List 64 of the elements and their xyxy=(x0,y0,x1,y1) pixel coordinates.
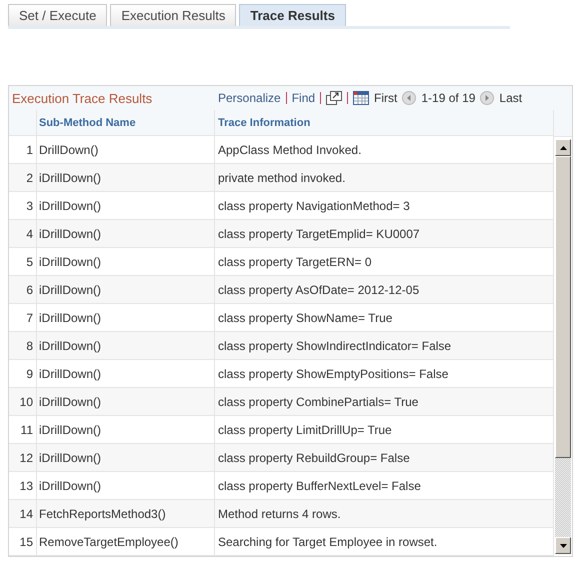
column-header[interactable]: Trace Information xyxy=(215,110,553,135)
grid-title: Execution Trace Results xyxy=(12,90,154,106)
table-cell-text: class property AsOfDate= 2012-12-05 xyxy=(217,282,420,298)
table-cell: iDrillDown() xyxy=(37,164,215,191)
row-number: 13 xyxy=(9,472,37,499)
table-cell-text: class property BufferNextLevel= False xyxy=(217,478,422,494)
row-number: 15 xyxy=(9,528,37,555)
table-cell-text: class property ShowName= True xyxy=(217,310,394,326)
spreadsheet-icon[interactable] xyxy=(353,91,370,105)
up-arrow-icon[interactable] xyxy=(560,146,566,150)
table-cell: iDrillDown() xyxy=(37,444,215,471)
first-label: First xyxy=(374,91,398,105)
tab[interactable]: Set / Execute xyxy=(8,4,108,26)
table-cell: iDrillDown() xyxy=(37,388,215,415)
table-cell-text: class property NavigationMethod= 3 xyxy=(217,198,411,214)
table-cell-text: AppClass Method Invoked. xyxy=(217,142,362,158)
row-number: 7 xyxy=(9,304,37,331)
table-cell: iDrillDown() xyxy=(37,220,215,247)
table-cell-text: Method returns 4 rows. xyxy=(217,506,342,522)
table-cell: iDrillDown() xyxy=(37,472,215,499)
row-number: 3 xyxy=(9,192,37,219)
table-cell: iDrillDown() xyxy=(37,192,215,219)
table-cell: RemoveTargetEmployee() xyxy=(37,528,215,555)
row-number: 14 xyxy=(9,500,37,527)
table-cell-text: class property RebuildGroup= False xyxy=(217,450,411,466)
table-cell-text: private method invoked. xyxy=(217,170,346,186)
grid-link[interactable]: Find xyxy=(292,91,316,105)
previous-icon[interactable] xyxy=(402,91,416,105)
last-label: Last xyxy=(499,91,522,105)
row-range: 1-19 of 19 xyxy=(421,91,476,105)
table-cell-text: class property TargetERN= 0 xyxy=(217,254,373,270)
table-cell-text: class property CombinePartials= True xyxy=(217,394,420,410)
table-cell: DrillDown() xyxy=(37,136,215,163)
scroll-thumb[interactable] xyxy=(555,156,571,458)
new-window-icon[interactable] xyxy=(326,91,342,105)
row-number: 2 xyxy=(9,164,37,191)
down-arrow-icon[interactable] xyxy=(560,544,566,548)
row-number: 6 xyxy=(9,276,37,303)
scrollbar[interactable] xyxy=(555,139,571,554)
table-cell: iDrillDown() xyxy=(37,276,215,303)
row-number: 11 xyxy=(9,416,37,443)
table-cell: iDrillDown() xyxy=(37,332,215,359)
row-number: 5 xyxy=(9,248,37,275)
table-cell-text: class property TargetEmplid= KU0007 xyxy=(217,226,421,242)
table-cell-text: class property ShowEmptyPositions= False xyxy=(217,366,450,382)
table-cell: iDrillDown() xyxy=(37,304,215,331)
table-cell-text: class property ShowIndirectIndicator= False xyxy=(217,338,452,354)
table-cell-text: Searching for Target Employee in rowset. xyxy=(217,534,438,550)
tab[interactable]: Execution Results xyxy=(110,4,236,26)
table-cell: FetchReportsMethod3() xyxy=(37,500,215,527)
row-number: 9 xyxy=(9,360,37,387)
tab[interactable]: Trace Results xyxy=(239,4,346,26)
column-header[interactable]: Sub-Method Name xyxy=(37,110,215,135)
row-number: 4 xyxy=(9,220,37,247)
table-cell: iDrillDown() xyxy=(37,360,215,387)
grid-link[interactable]: Personalize xyxy=(218,91,281,105)
table-cell: iDrillDown() xyxy=(37,416,215,443)
row-number: 12 xyxy=(9,444,37,471)
row-number: 8 xyxy=(9,332,37,359)
row-number: 10 xyxy=(9,388,37,415)
table-cell-text: class property LimitDrillUp= True xyxy=(217,422,393,438)
row-number: 1 xyxy=(9,136,37,163)
table-cell: iDrillDown() xyxy=(37,248,215,275)
next-icon[interactable] xyxy=(480,91,494,105)
